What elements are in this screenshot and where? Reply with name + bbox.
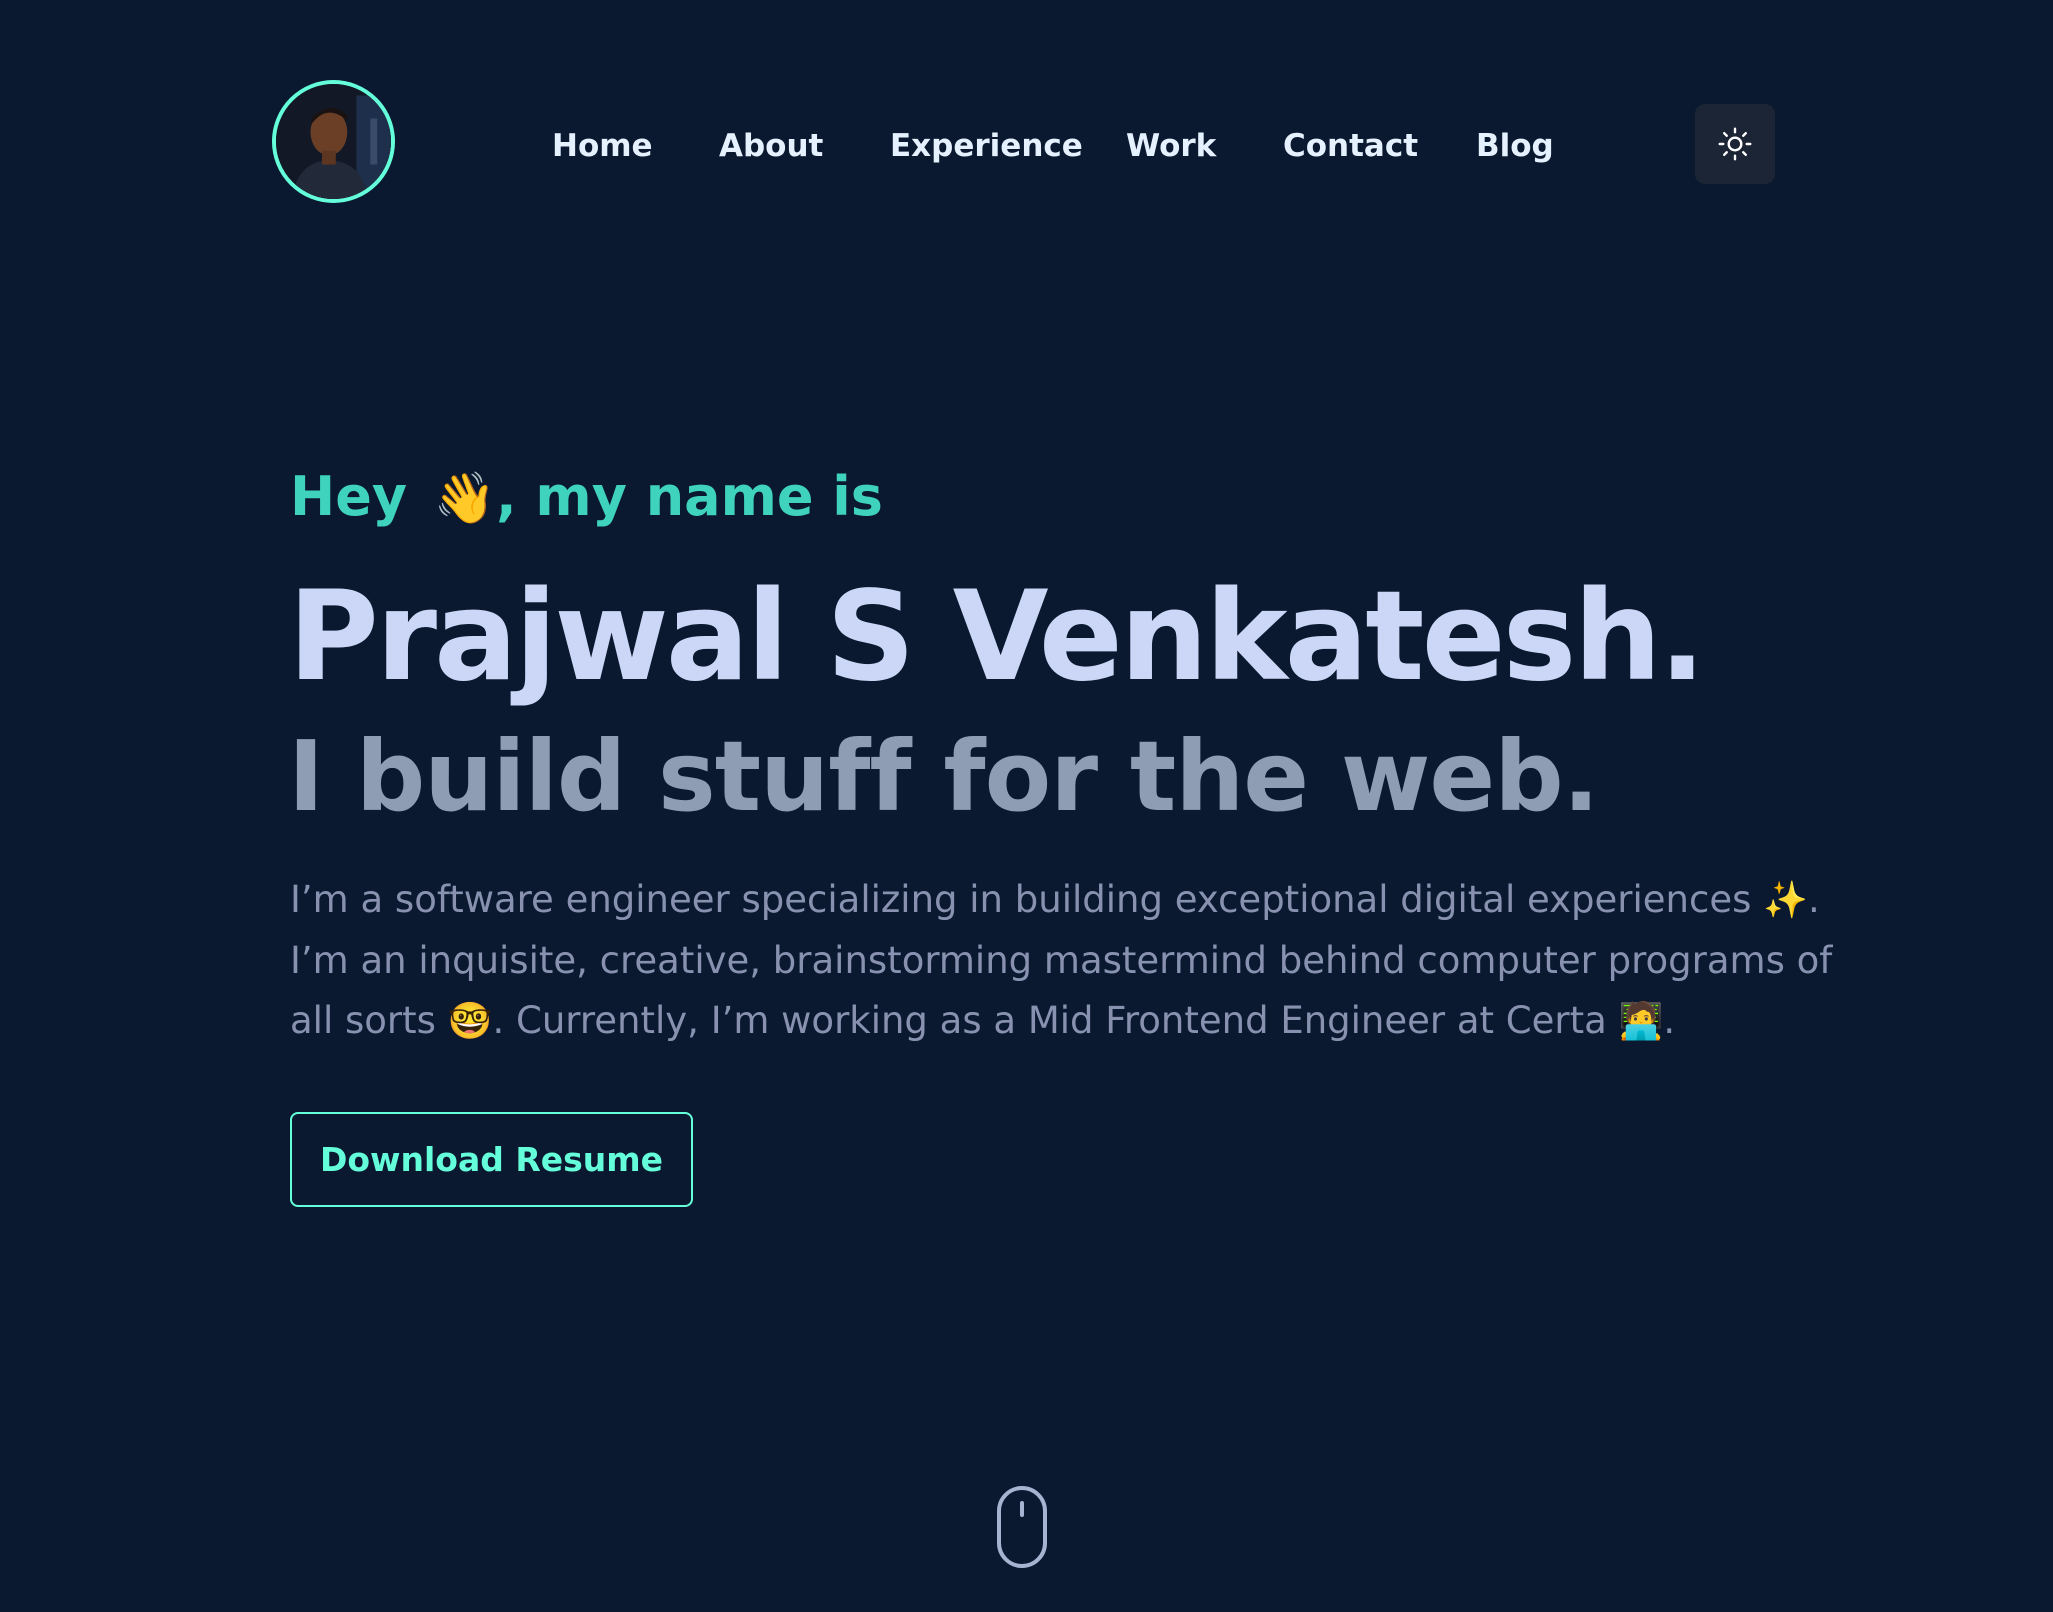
greeting-suffix: , my name is (496, 465, 883, 528)
nav-experience[interactable]: Experience (890, 118, 1083, 174)
bio-line-3-text: . Currently, I’m working as a Mid Fronte… (492, 999, 1607, 1042)
bio-line-1-end: . (1807, 878, 1820, 921)
bio-line-1-text: I’m a software engineer specializing in … (290, 878, 1752, 921)
hero-bio: I’m a software engineer specializing in … (290, 870, 1833, 1052)
nav-blog[interactable]: Blog (1476, 118, 1554, 174)
bio-line-3-start: all sorts (290, 999, 436, 1042)
hero-name: Prajwal S Venkatesh. (288, 565, 1706, 709)
greeting-prefix: Hey (290, 465, 408, 528)
nav-about[interactable]: About (719, 118, 823, 174)
bio-line-3-end: . (1663, 999, 1676, 1042)
sun-icon (1718, 127, 1752, 161)
technologist-emoji-icon: 🧑‍💻 (1618, 1001, 1664, 1042)
nav-contact[interactable]: Contact (1283, 118, 1418, 174)
hero-tagline: I build stuff for the web. (288, 720, 1599, 833)
sparkles-emoji-icon: ✨ (1763, 880, 1808, 921)
wave-emoji-icon: 👋 (433, 469, 497, 527)
bio-line-2: I’m an inquisite, creative, brainstormin… (290, 939, 1833, 982)
avatar[interactable] (272, 80, 395, 203)
bio-line-1: I’m a software engineer specializing in … (290, 870, 1820, 931)
nav-home[interactable]: Home (552, 118, 653, 174)
download-resume-button[interactable]: Download Resume (290, 1112, 693, 1207)
main-nav: Home About Experience Work Contact Blog (512, 118, 1612, 174)
nerd-face-emoji-icon: 🤓 (447, 1001, 493, 1042)
mouse-scroll-icon[interactable] (996, 1485, 1048, 1569)
site-header: Home About Experience Work Contact Blog (0, 0, 2053, 290)
bio-line-3: all sorts 🤓. Currently, I’m working as a… (290, 991, 1790, 1052)
theme-toggle-button[interactable] (1695, 104, 1775, 184)
greeting: Hey 👋, my name is (290, 465, 883, 528)
nav-work[interactable]: Work (1126, 118, 1216, 174)
avatar-photo (276, 84, 391, 199)
